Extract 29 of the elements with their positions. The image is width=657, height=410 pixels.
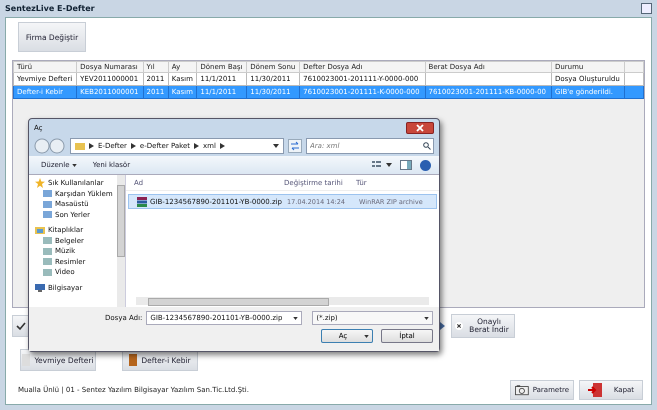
check-icon <box>16 321 26 331</box>
book-icon <box>22 354 30 366</box>
library-icon <box>35 225 45 236</box>
camera-icon <box>515 384 529 396</box>
dropdown-arrow-icon[interactable] <box>273 144 279 148</box>
refresh-icon[interactable] <box>288 139 302 153</box>
dropdown-arrow-icon <box>364 335 369 338</box>
book-icon <box>129 354 138 366</box>
arrow-icon <box>194 143 199 149</box>
window-title: SentezLive E-Defter <box>5 4 95 13</box>
dropdown-arrow-icon <box>293 316 298 320</box>
scrollbar[interactable] <box>136 297 429 305</box>
folder-icon <box>75 141 85 151</box>
arrow-icon <box>130 143 136 149</box>
exit-icon <box>588 383 602 397</box>
scrollbar[interactable] <box>117 175 125 307</box>
archive-icon <box>137 196 147 206</box>
computer-icon <box>35 282 45 293</box>
dropdown-arrow-icon <box>72 164 77 167</box>
view-options-icon[interactable] <box>372 160 392 170</box>
arrow-icon <box>220 143 225 149</box>
maximize-button[interactable] <box>641 3 652 14</box>
arrow-icon <box>89 143 94 149</box>
dropdown-arrow-icon <box>424 316 429 320</box>
cross-icon <box>455 320 464 332</box>
close-button[interactable] <box>406 122 434 134</box>
star-icon <box>35 178 45 188</box>
preview-pane-icon[interactable] <box>400 160 412 170</box>
close-icon <box>416 124 424 132</box>
